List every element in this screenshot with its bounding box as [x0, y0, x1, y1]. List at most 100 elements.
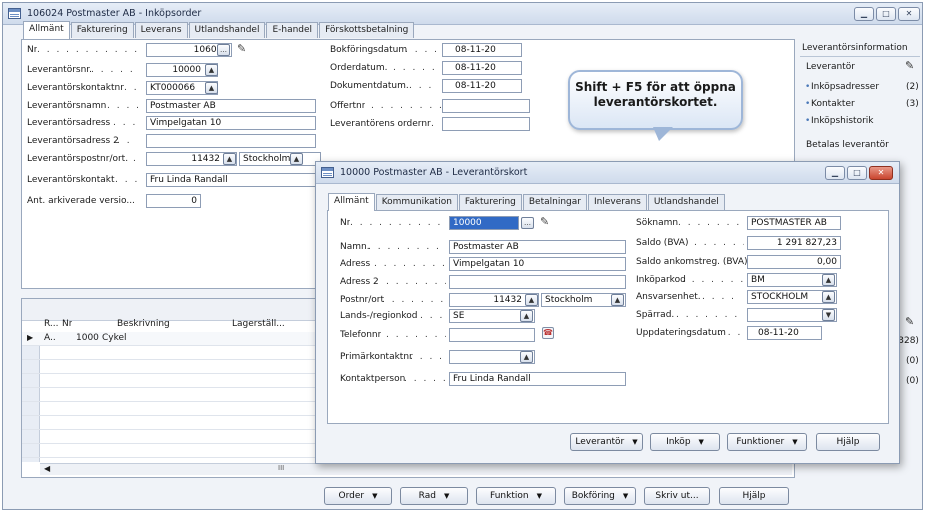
tab-utlandshandel[interactable]: Utlandshandel — [188, 22, 266, 38]
vendor-address-field[interactable]: Vimpelgatan 10 — [146, 116, 316, 130]
card-label-responsibility-center: Ansvarsenhet. — [636, 292, 701, 302]
field-label-vendor-address: Leverantörsadress — [27, 118, 111, 128]
card-label-address2: Adress 2 — [340, 277, 379, 287]
dropdown-arrow-icon[interactable]: ▲ — [205, 64, 218, 76]
field-label-vendor-order-no: Leverantörens ordernr — [330, 119, 431, 129]
dropdown-arrow-icon[interactable]: ▲ — [822, 291, 835, 303]
balance-field[interactable]: 1 291 827,23 — [747, 236, 841, 250]
phone-icon[interactable]: ☎ — [542, 327, 554, 339]
balance-receipt-field[interactable]: 0,00 — [747, 255, 841, 269]
dropdown-arrow-icon[interactable]: ▲ — [290, 153, 303, 165]
edit-pencil-icon[interactable]: ✎ — [540, 215, 549, 228]
tab-utlandshandel[interactable]: Utlandshandel — [647, 194, 725, 210]
chevron-down-icon[interactable]: ▼ — [822, 309, 835, 321]
factbox-section-vendor: Leverantör — [806, 62, 855, 72]
maximize-button[interactable]: □ — [876, 7, 896, 21]
vendor-address-field[interactable]: Vimpelgatan 10 — [449, 257, 626, 271]
lookup-icon[interactable]: … — [521, 217, 534, 229]
posting-date-field[interactable]: 08-11-20 — [442, 43, 522, 57]
line-description[interactable]: Cykel — [102, 333, 127, 343]
window-title: 106024 Postmaster AB - Inköpsorder — [27, 8, 202, 19]
quote-no-field[interactable] — [442, 99, 530, 113]
tab-fakturering[interactable]: Fakturering — [458, 194, 522, 210]
horizontal-scrollbar[interactable]: ◀ III — [40, 463, 792, 475]
vendor-address2-field[interactable] — [449, 275, 626, 289]
vendor-contact-field[interactable]: Fru Linda Randall — [146, 173, 318, 187]
column-header-no[interactable]: Nr — [62, 319, 72, 329]
lookup-icon[interactable]: … — [217, 44, 230, 56]
factbox-value-2: (0) — [906, 356, 919, 366]
vendor-city-field[interactable]: Stockholm — [239, 152, 321, 166]
factbox-count-contacts: (3) — [906, 99, 919, 109]
vendor-menu-button[interactable]: Leverantör ▼ — [570, 433, 643, 451]
dropdown-arrow-icon[interactable]: ▲ — [822, 274, 835, 286]
archived-versions-field[interactable]: 0 — [146, 194, 201, 208]
column-header-description[interactable]: Beskrivning — [117, 319, 170, 329]
edit-pencil-icon[interactable]: ✎ — [237, 42, 246, 55]
field-label-archived-versions: Ant. arkiverade versio... — [27, 196, 135, 206]
factbox-section-pay-to: Betalas leverantör — [806, 140, 889, 150]
column-header-location[interactable]: Lagerställ... — [232, 319, 285, 329]
tab-kommunikation[interactable]: Kommunikation — [375, 194, 458, 210]
contact-person-field[interactable]: Fru Linda Randall — [449, 372, 626, 386]
tab-fakturering[interactable]: Fakturering — [70, 22, 134, 38]
document-date-field[interactable]: 08-11-20 — [442, 79, 522, 93]
tab-allmant[interactable]: Allmänt — [328, 193, 375, 211]
help-button[interactable]: Hjälp — [816, 433, 880, 451]
tab-forskottsbetalning[interactable]: Förskottsbetalning — [319, 22, 415, 38]
factbox-link-purchase-history[interactable]: Inköpshistorik — [811, 116, 874, 126]
tab-inleverans[interactable]: Inleverans — [587, 194, 647, 210]
close-button[interactable]: ✕ — [898, 7, 920, 21]
hint-callout: Shift + F5 för att öppna leverantörskort… — [568, 70, 743, 130]
vendor-no-field[interactable]: 10000 — [449, 216, 519, 230]
minimize-button[interactable]: ▁ — [825, 166, 845, 180]
dropdown-arrow-icon[interactable]: ▲ — [611, 294, 624, 306]
tab-betalningar[interactable]: Betalningar — [522, 194, 587, 210]
factbox-link-purchase-addresses[interactable]: Inköpsadresser — [811, 82, 879, 92]
card-label-search-name: Söknamn — [636, 218, 679, 228]
close-button[interactable]: ✕ — [869, 166, 893, 180]
posting-button[interactable]: Bokföring ▼ — [564, 487, 636, 505]
order-date-field[interactable]: 08-11-20 — [442, 61, 522, 75]
functions-menu-button[interactable]: Funktioner ▼ — [727, 433, 807, 451]
field-label-vendor-address2: Leverantörsadress 2 — [27, 136, 119, 146]
scroll-thumb-mark[interactable]: III — [278, 464, 284, 472]
edit-pencil-icon[interactable]: ✎ — [905, 59, 914, 72]
tab-leverans[interactable]: Leverans — [134, 22, 188, 38]
field-label-vendor-no: Leverantörsnr. — [27, 65, 93, 75]
tab-allmant[interactable]: Allmänt — [23, 21, 70, 39]
maximize-button[interactable]: □ — [847, 166, 867, 180]
factbox-link-contacts[interactable]: Kontakter — [811, 99, 855, 109]
phone-field[interactable] — [449, 328, 535, 342]
dropdown-arrow-icon[interactable]: ▲ — [223, 153, 236, 165]
line-button[interactable]: Rad ▼ — [400, 487, 468, 505]
vendor-name-field[interactable]: Postmaster AB — [146, 99, 316, 113]
help-button[interactable]: Hjälp — [719, 487, 789, 505]
vendor-order-no-field[interactable] — [442, 117, 530, 131]
dropdown-arrow-icon[interactable]: ▲ — [520, 310, 533, 322]
purchase-menu-button[interactable]: Inköp ▼ — [650, 433, 720, 451]
print-button[interactable]: Skriv ut... — [644, 487, 710, 505]
line-type[interactable]: A.. — [44, 333, 56, 343]
vendor-name-field[interactable]: Postmaster AB — [449, 240, 626, 254]
last-modified-field[interactable]: 08-11-20 — [747, 326, 822, 340]
function-button[interactable]: Funktion ▼ — [476, 487, 556, 505]
card-label-balance: Saldo (BVA) — [636, 238, 689, 248]
scroll-left-icon[interactable]: ◀ — [44, 464, 50, 473]
field-label-document-date: Dokumentdatum. — [330, 81, 409, 91]
field-label-quote-no: Offertnr — [330, 101, 366, 111]
card-label-nr: Nr — [340, 218, 351, 228]
search-name-field[interactable]: POSTMASTER AB — [747, 216, 841, 230]
tab-ehandel[interactable]: E-handel — [266, 22, 319, 38]
vendor-card-window: 10000 Postmaster AB - Leverantörskort ▁ … — [315, 161, 900, 464]
edit-pencil-icon[interactable]: ✎ — [905, 315, 914, 328]
line-no[interactable]: 1000 — [76, 333, 99, 343]
dropdown-arrow-icon[interactable]: ▲ — [520, 351, 533, 363]
dropdown-arrow-icon[interactable]: ▲ — [525, 294, 538, 306]
column-header-type[interactable]: R... — [44, 319, 59, 329]
dropdown-arrow-icon[interactable]: ▲ — [205, 82, 218, 94]
order-button[interactable]: Order ▼ — [324, 487, 392, 505]
vendor-address2-field[interactable] — [146, 134, 316, 148]
minimize-button[interactable]: ▁ — [854, 7, 874, 21]
field-label-order-date: Orderdatum. — [330, 63, 388, 73]
